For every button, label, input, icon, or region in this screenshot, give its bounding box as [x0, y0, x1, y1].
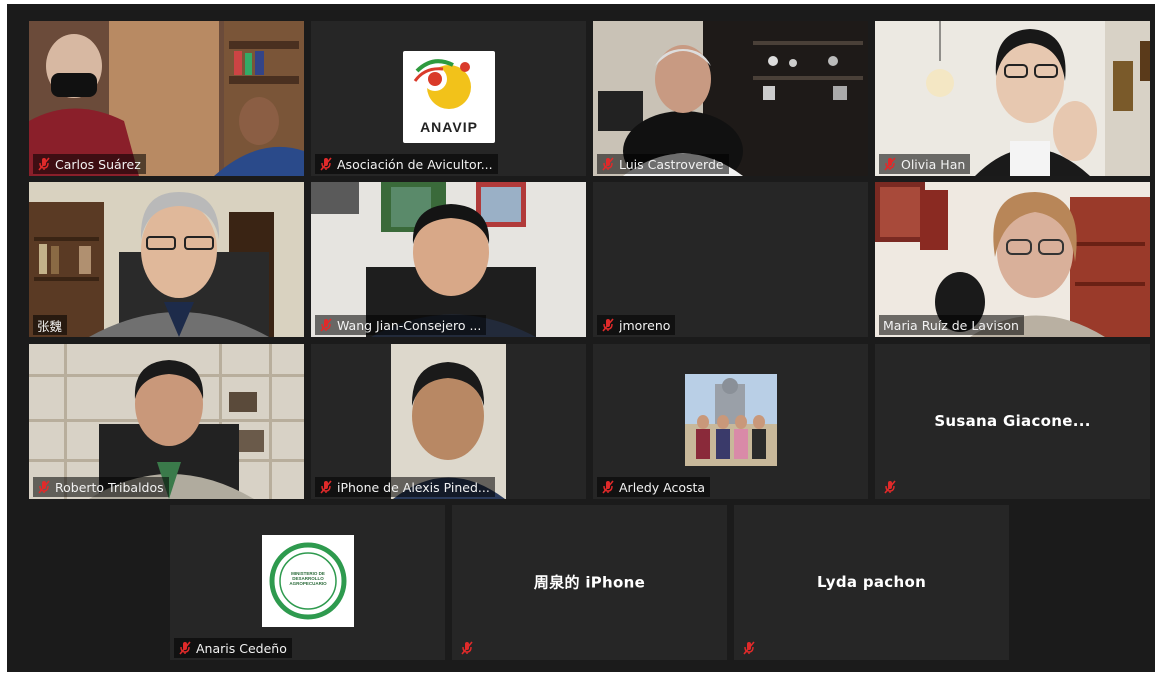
mic-muted-icon — [320, 480, 332, 494]
mic-muted-icon — [38, 157, 50, 171]
participant-display-name: Lyda pachon — [816, 572, 927, 591]
mic-muted-icon — [38, 480, 50, 494]
mic-muted-icon — [602, 318, 614, 332]
participant-video — [311, 344, 586, 499]
participant-video — [875, 182, 1150, 337]
participant-video — [593, 21, 868, 176]
participant-name-bar — [456, 638, 479, 658]
anavip-logo-text: ANAVIP — [420, 119, 478, 135]
participant-video — [311, 182, 586, 337]
mic-muted-icon — [320, 318, 332, 332]
mic-muted-icon — [461, 641, 473, 655]
participant-name: Maria Ruíz de Lavison — [883, 317, 1019, 333]
mic-muted-icon — [179, 641, 191, 655]
ministerio-logo-text: MINISTERIO DE DESARROLLO AGROPECUARIO — [289, 571, 327, 586]
ministerio-logo: MINISTERIO DE DESARROLLO AGROPECUARIO — [262, 535, 354, 627]
participant-name-bar: Anaris Cedeño — [174, 638, 292, 658]
participant-name-bar: Maria Ruíz de Lavison — [879, 315, 1024, 335]
participant-name-bar: Olivia Han — [879, 154, 971, 174]
mic-muted-icon — [602, 157, 614, 171]
participant-name-bar: 张魏 — [33, 315, 68, 335]
participant-name-bar: Luis Castroverde — [597, 154, 729, 174]
participant-name: Olivia Han — [901, 156, 966, 172]
participant-tile-carlos-suarez[interactable]: Carlos Suárez — [29, 21, 304, 176]
profile-picture — [685, 374, 777, 466]
gallery-view: Carlos Suárez ANAVIP Asociación de Avicu… — [7, 4, 1155, 672]
participant-name-bar: Wang Jian-Consejero ... — [315, 315, 487, 335]
participant-tile-roberto-tribaldos[interactable]: Roberto Tribaldos — [29, 344, 304, 499]
participant-name-bar: Roberto Tribaldos — [33, 477, 169, 497]
mic-muted-icon — [602, 480, 614, 494]
participant-name: Luis Castroverde — [619, 156, 724, 172]
participant-tile-zhouquan-iphone[interactable]: 周泉的 iPhone — [452, 505, 727, 660]
mic-muted-icon — [320, 157, 332, 171]
participant-tile-zhang-wei[interactable]: 张魏 — [29, 182, 304, 337]
participant-video — [875, 21, 1150, 176]
participant-name: Asociación de Avicultor... — [337, 156, 493, 172]
participant-name-bar — [738, 638, 761, 658]
participant-name-bar: Carlos Suárez — [33, 154, 146, 174]
participant-tile-olivia-han[interactable]: Olivia Han — [875, 21, 1150, 176]
participant-tile-lyda-pachon[interactable]: Lyda pachon — [734, 505, 1009, 660]
participant-name: Arledy Acosta — [619, 479, 706, 495]
participant-name-bar: jmoreno — [597, 315, 676, 335]
participant-name: Roberto Tribaldos — [55, 479, 164, 495]
mic-muted-icon — [884, 480, 896, 494]
participant-name: jmoreno — [619, 317, 671, 333]
participant-video — [29, 344, 304, 499]
participant-tile-arledy-acosta[interactable]: Arledy Acosta — [593, 344, 868, 499]
participant-tile-susana-giacone[interactable]: Susana Giacone... — [875, 344, 1150, 499]
mic-muted-icon — [884, 157, 896, 171]
participant-tile-anaris-cedeno[interactable]: MINISTERIO DE DESARROLLO AGROPECUARIO An… — [170, 505, 445, 660]
participant-video — [29, 21, 304, 176]
participant-tile-asociacion[interactable]: ANAVIP Asociación de Avicultor... — [311, 21, 586, 176]
participant-name: 张魏 — [37, 318, 63, 334]
participant-tile-alexis-pined[interactable]: iPhone de Alexis Pined... — [311, 344, 586, 499]
mic-muted-icon — [743, 641, 755, 655]
participant-name-bar — [879, 477, 902, 497]
participant-name: Wang Jian-Consejero ... — [337, 317, 482, 333]
participant-name-bar: Arledy Acosta — [597, 477, 711, 497]
participant-name: Anaris Cedeño — [196, 640, 287, 656]
participant-name: iPhone de Alexis Pined... — [337, 479, 490, 495]
participant-tile-wang-jian[interactable]: Wang Jian-Consejero ... — [311, 182, 586, 337]
participant-video — [29, 182, 304, 337]
anavip-logo: ANAVIP — [403, 51, 495, 143]
participant-tile-jmoreno[interactable]: jmoreno — [593, 182, 868, 337]
participant-display-name: Susana Giacone... — [934, 411, 1091, 430]
participant-tile-luis-castroverde[interactable]: Luis Castroverde — [593, 21, 868, 176]
participant-tile-maria-ruiz[interactable]: Maria Ruíz de Lavison — [875, 182, 1150, 337]
participant-display-name: 周泉的 iPhone — [533, 572, 646, 591]
participant-name: Carlos Suárez — [55, 156, 141, 172]
participant-name-bar: Asociación de Avicultor... — [315, 154, 498, 174]
participant-name-bar: iPhone de Alexis Pined... — [315, 477, 495, 497]
